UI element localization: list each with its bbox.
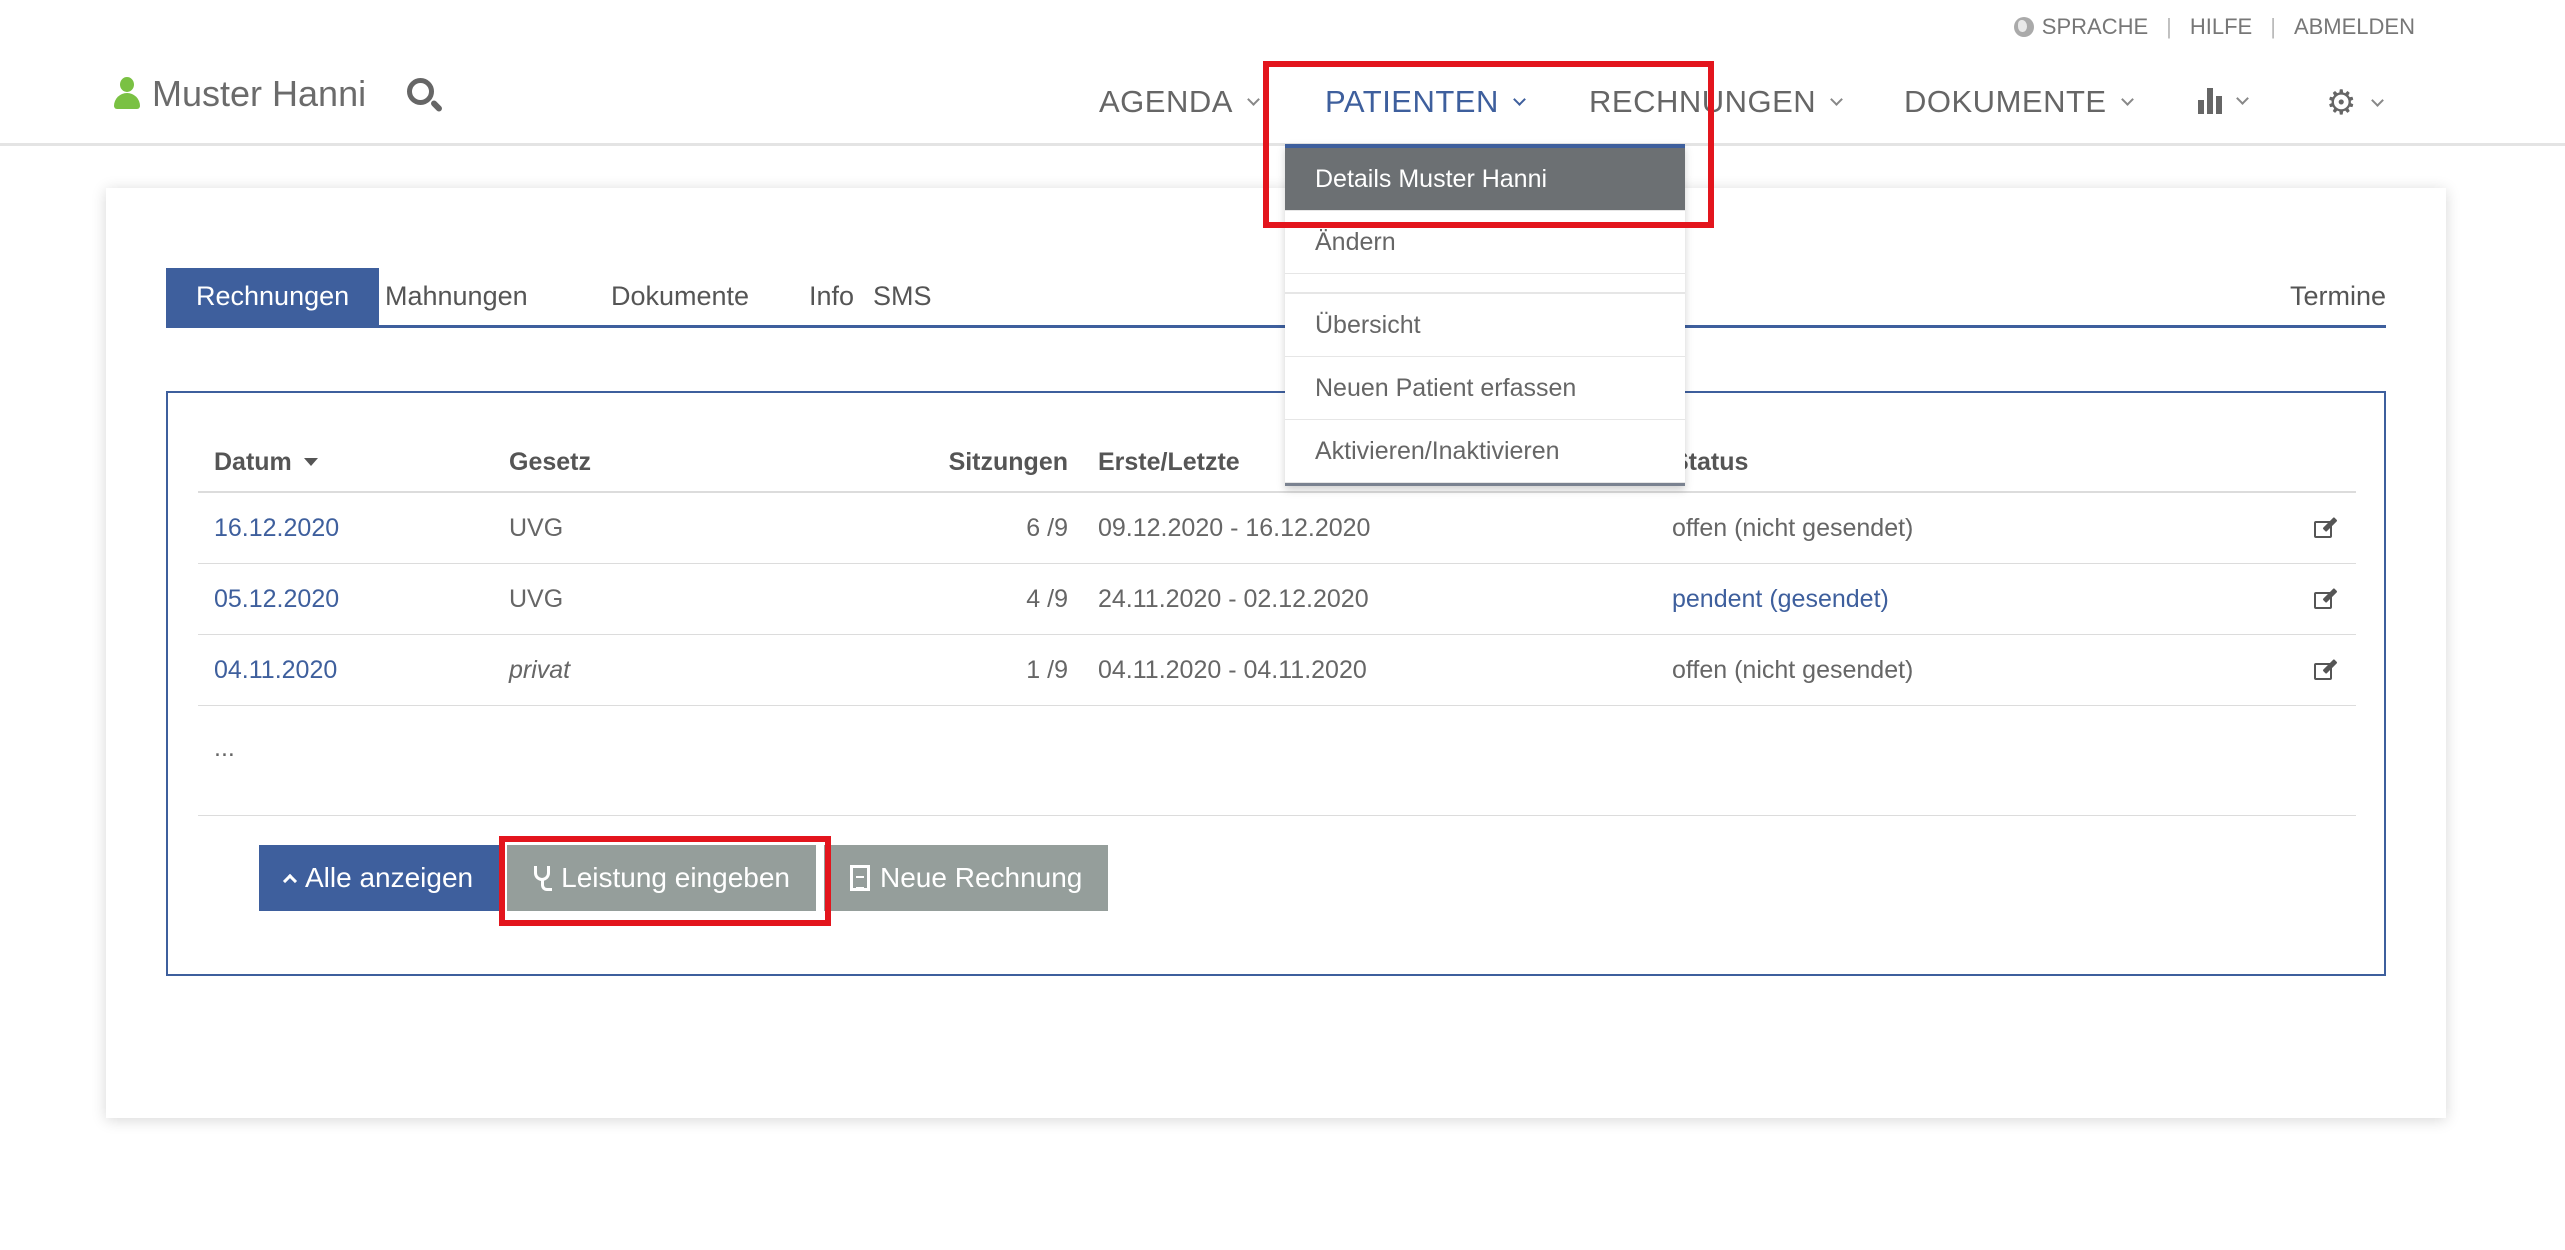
separator: |: [2270, 14, 2276, 39]
menu-item-toggle-active[interactable]: Aktivieren/Inaktivieren: [1285, 420, 1685, 483]
column-range: Erste/Letzte: [1098, 447, 1240, 476]
invoice-sessions: 1 /9: [1026, 655, 1068, 684]
invoice-date-link[interactable]: 16.12.2020: [214, 493, 339, 563]
table-header: Datum Gesetz Sitzungen Erste/Letzte Stat…: [198, 433, 2356, 493]
chevron-down-icon: [1830, 92, 1844, 106]
enter-service-button[interactable]: Leistung eingeben: [507, 845, 816, 911]
invoices-table: Datum Gesetz Sitzungen Erste/Letzte Stat…: [198, 433, 2356, 816]
gear-icon: ⚙: [2326, 84, 2357, 122]
column-date-label: Datum: [214, 447, 292, 476]
nav-label: RECHNUNGEN: [1589, 84, 1817, 119]
tab-sms[interactable]: SMS: [843, 268, 962, 325]
nav-dokumente[interactable]: DOKUMENTE: [1904, 84, 2134, 120]
column-law: Gesetz: [509, 447, 591, 476]
column-sessions: Sitzungen: [948, 447, 1068, 476]
tab-dokumente[interactable]: Dokumente: [581, 268, 779, 325]
invoice-sessions: 6 /9: [1026, 513, 1068, 542]
current-patient[interactable]: Muster Hanni: [112, 73, 366, 115]
invoices-panel: Datum Gesetz Sitzungen Erste/Letzte Stat…: [166, 391, 2386, 976]
header: Muster Hanni AGENDA PATIENTEN RECHNUNGEN…: [0, 60, 2565, 146]
chevron-down-icon: [2120, 92, 2134, 106]
nav-label: AGENDA: [1099, 84, 1233, 119]
nav-label: DOKUMENTE: [1904, 84, 2107, 119]
menu-item-edit[interactable]: Ändern: [1285, 211, 1685, 274]
edit-icon[interactable]: [2314, 493, 2338, 563]
menu-item-details[interactable]: Details Muster Hanni: [1285, 148, 1685, 211]
invoice-status: offen (nicht gesendet): [1672, 513, 1914, 542]
nav-label: PATIENTEN: [1325, 84, 1499, 119]
invoice-date-link[interactable]: 05.12.2020: [214, 564, 339, 634]
menu-divider: [1285, 274, 1685, 294]
nav-agenda[interactable]: AGENDA: [1099, 84, 1260, 120]
utility-links: SPRACHE | HILFE | ABMELDEN: [2013, 14, 2415, 40]
edit-icon[interactable]: [2314, 635, 2338, 705]
chevron-down-icon: [2371, 93, 2384, 107]
chevron-down-icon: [1513, 92, 1526, 106]
chevron-down-icon: [2236, 91, 2249, 105]
bar-chart-icon: [2198, 88, 2222, 114]
new-invoice-button[interactable]: Neue Rechnung: [824, 845, 1109, 911]
user-icon: [112, 77, 142, 111]
chevron-down-icon: [1247, 92, 1260, 106]
globe-icon: [2013, 17, 2034, 37]
ellipsis: ...: [214, 734, 235, 762]
language-link[interactable]: SPRACHE: [2042, 14, 2148, 40]
sort-caret-icon: [303, 458, 318, 466]
menu-item-new-patient[interactable]: Neuen Patient erfassen: [1285, 357, 1685, 420]
column-date[interactable]: Datum: [214, 433, 318, 491]
logout-link[interactable]: ABMELDEN: [2294, 14, 2415, 40]
more-rows-indicator: ...: [198, 706, 2356, 816]
nav-statistics[interactable]: [2198, 88, 2249, 114]
stethoscope-icon: [533, 866, 553, 891]
invoice-range: 04.11.2020 - 04.11.2020: [1098, 655, 1367, 684]
invoice-status-link[interactable]: pendent (gesendet): [1672, 564, 1889, 634]
show-all-button[interactable]: Alle anzeigen: [259, 845, 500, 911]
enter-service-label: Leistung eingeben: [561, 862, 790, 893]
document-icon: [850, 865, 870, 891]
main-card: Rechnungen Mahnungen Dokumente Info SMS …: [106, 188, 2446, 1118]
patient-name: Muster Hanni: [152, 73, 367, 114]
menu-item-overview[interactable]: Übersicht: [1285, 294, 1685, 357]
search-icon[interactable]: [407, 78, 445, 116]
invoice-range: 09.12.2020 - 16.12.2020: [1098, 513, 1371, 542]
nav-rechnungen[interactable]: RECHNUNGEN: [1589, 84, 1844, 120]
invoice-status: offen (nicht gesendet): [1672, 655, 1914, 684]
invoice-sessions: 4 /9: [1026, 584, 1068, 613]
separator: |: [2166, 14, 2172, 39]
nav-patienten[interactable]: PATIENTEN: [1325, 84, 1526, 120]
chevron-up-icon: [282, 873, 298, 889]
tab-bar: Rechnungen Mahnungen Dokumente Info SMS …: [166, 268, 2386, 328]
tab-mahnungen[interactable]: Mahnungen: [355, 268, 558, 325]
new-invoice-label: Neue Rechnung: [880, 862, 1083, 893]
edit-icon[interactable]: [2314, 564, 2338, 634]
nav-settings[interactable]: ⚙: [2326, 84, 2384, 122]
table-row: 05.12.2020 UVG 4 /9 24.11.2020 - 02.12.2…: [198, 564, 2356, 635]
invoice-date-link[interactable]: 04.11.2020: [214, 635, 337, 705]
help-link[interactable]: HILFE: [2190, 14, 2252, 40]
tab-termine[interactable]: Termine: [2260, 268, 2386, 325]
invoice-law: UVG: [509, 513, 564, 542]
patienten-dropdown-menu: Details Muster Hanni Ändern Übersicht Ne…: [1285, 144, 1685, 486]
action-buttons: Alle anzeigen Leistung eingeben Neue Rec…: [259, 845, 1116, 911]
table-row: 16.12.2020 UVG 6 /9 09.12.2020 - 16.12.2…: [198, 493, 2356, 564]
invoice-range: 24.11.2020 - 02.12.2020: [1098, 584, 1369, 613]
table-row: 04.11.2020 privat 1 /9 04.11.2020 - 04.1…: [198, 635, 2356, 706]
invoice-law: UVG: [509, 584, 564, 613]
invoice-law: privat: [509, 655, 571, 684]
tab-rechnungen[interactable]: Rechnungen: [166, 268, 380, 325]
show-all-label: Alle anzeigen: [305, 862, 474, 893]
